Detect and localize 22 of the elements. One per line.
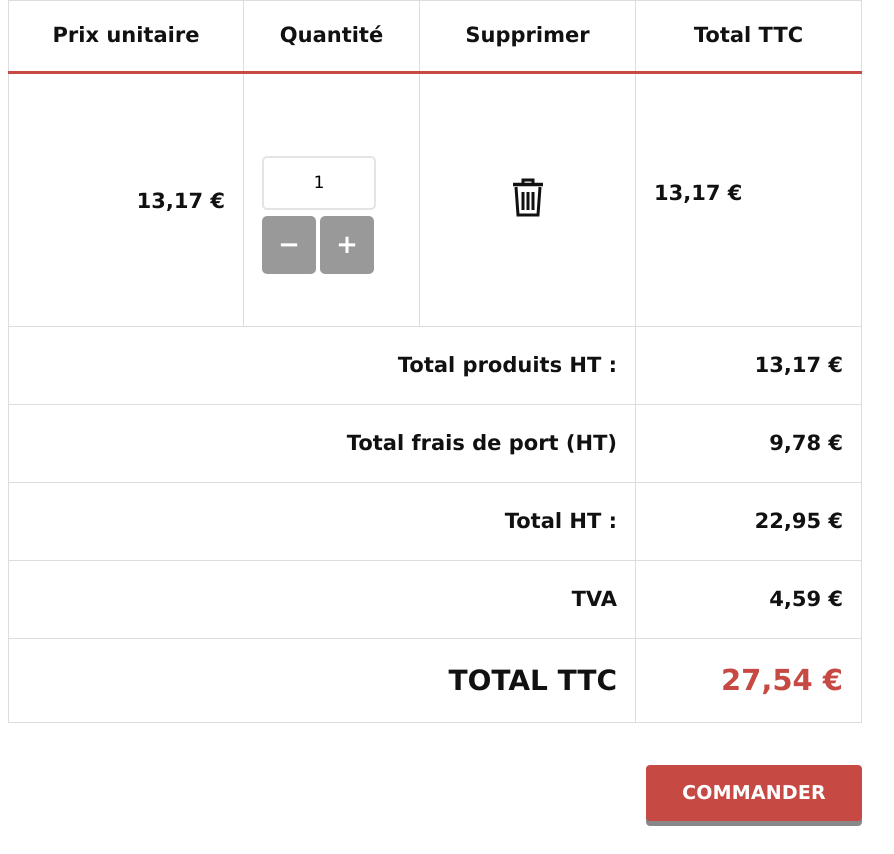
column-header: Supprimer xyxy=(420,0,636,72)
quantity-field[interactable]: 1 xyxy=(262,156,376,210)
grand-total-label: TOTAL TTC xyxy=(448,664,617,696)
line-total: 13,17 € xyxy=(654,181,742,205)
summary-value: 13,17 € xyxy=(754,352,843,377)
column-header: Prix unitaire xyxy=(8,0,244,72)
unit-price: 13,17 € xyxy=(136,189,225,213)
summary-value: 22,95 € xyxy=(754,508,843,533)
grand-total-value: 27,54 € xyxy=(720,662,843,697)
column-header: Total TTC xyxy=(636,0,862,72)
order-button[interactable]: COMMANDER xyxy=(646,765,862,821)
summary-label: TVA xyxy=(572,586,617,611)
decrease-button[interactable]: − xyxy=(262,216,316,274)
summary-label: Total frais de port (HT) xyxy=(346,430,617,455)
summary-value: 9,78 € xyxy=(769,430,843,455)
delete-button[interactable] xyxy=(512,178,544,218)
summary-label: Total produits HT : xyxy=(398,352,617,377)
summary-label: Total HT : xyxy=(504,508,617,533)
increase-button[interactable]: + xyxy=(320,216,374,274)
trash-icon xyxy=(512,178,544,218)
column-header: Quantité xyxy=(244,0,420,72)
summary-value: 4,59 € xyxy=(769,586,843,611)
